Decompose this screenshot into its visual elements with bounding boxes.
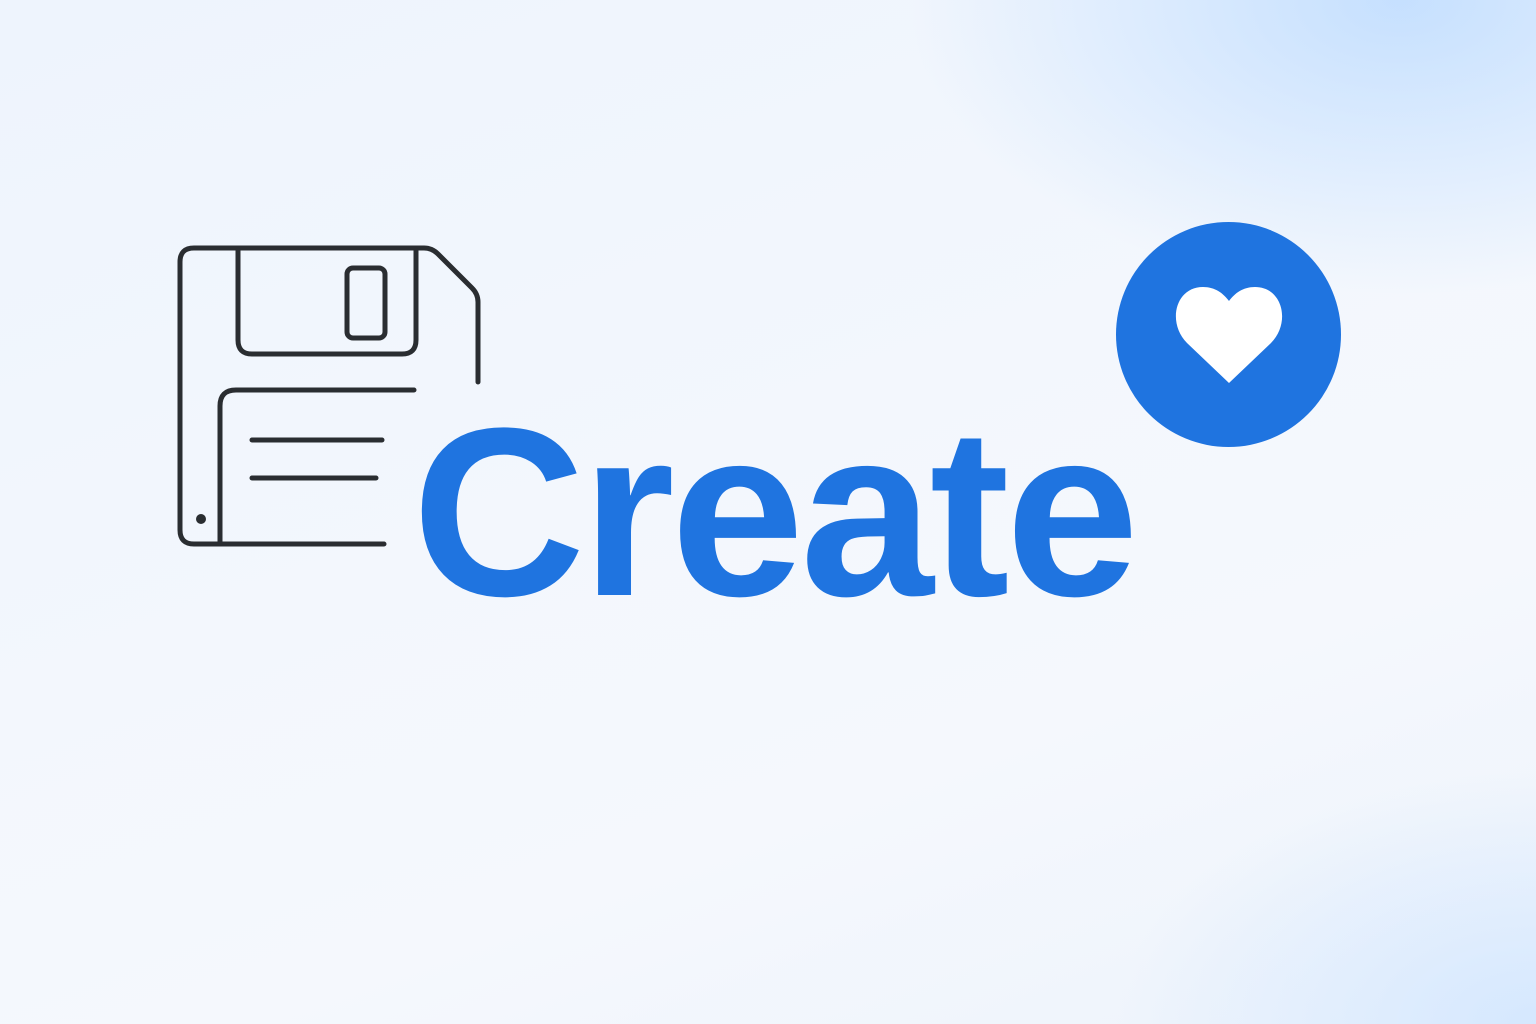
create-title: Create (412, 378, 1139, 646)
heart-button[interactable] (1116, 222, 1341, 447)
heart-icon (1175, 286, 1282, 383)
